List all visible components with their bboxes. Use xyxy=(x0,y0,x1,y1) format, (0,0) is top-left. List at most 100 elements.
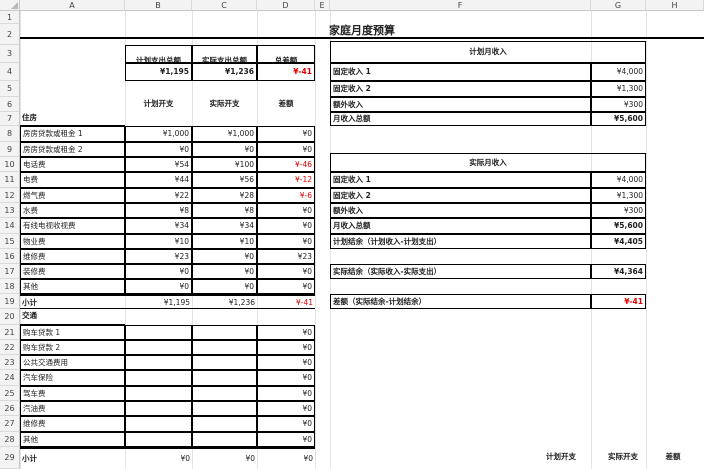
expense-item-name[interactable]: 汽油费 xyxy=(20,401,125,416)
income-item-label[interactable]: 固定收入 1 xyxy=(330,63,591,81)
expense-plan-value[interactable]: ¥23 xyxy=(125,249,192,264)
expense-item-name[interactable]: 水费 xyxy=(20,203,125,218)
income-item-label[interactable]: 额外收入 xyxy=(330,97,591,112)
expense-diff-value[interactable]: ¥23 xyxy=(257,249,315,264)
column-header-d[interactable]: D xyxy=(257,0,315,11)
column-header-h[interactable]: H xyxy=(646,0,704,11)
expense-plan-value[interactable]: ¥34 xyxy=(125,218,192,234)
income-item-value[interactable]: ¥1,300 xyxy=(591,188,646,203)
select-all-corner[interactable] xyxy=(0,0,20,11)
income-item-label[interactable]: 月收入总额 xyxy=(330,112,591,126)
expense-item-name[interactable]: 电话费 xyxy=(20,157,125,172)
income-item-value[interactable]: ¥300 xyxy=(591,97,646,112)
expense-item-name[interactable]: 装修费 xyxy=(20,264,125,279)
row-header-14[interactable]: 14 xyxy=(0,218,20,234)
column-header-b[interactable]: B xyxy=(125,0,192,11)
row-header-12[interactable]: 12 xyxy=(0,188,20,203)
expense-plan-value[interactable]: ¥44 xyxy=(125,172,192,188)
balance-label[interactable]: 实际结余（实际收入-实际支出） xyxy=(330,264,591,279)
row-header-1[interactable]: 1 xyxy=(0,11,20,24)
subtotal-plan[interactable]: ¥1,195 xyxy=(125,294,192,309)
row-header-17[interactable]: 17 xyxy=(0,264,20,279)
expense-plan-value[interactable] xyxy=(125,386,192,401)
income-item-label[interactable]: 额外收入 xyxy=(330,203,591,218)
row-header-23[interactable]: 23 xyxy=(0,355,20,370)
row-header-25[interactable]: 25 xyxy=(0,386,20,401)
summary-value[interactable]: ¥1,236 xyxy=(192,63,257,81)
expense-actual-value[interactable]: ¥0 xyxy=(192,142,257,157)
section-label-housing[interactable]: 住房 xyxy=(20,112,125,126)
row-header-22[interactable]: 22 xyxy=(0,340,20,355)
row-header-29[interactable]: 29 xyxy=(0,447,20,469)
row-header-21[interactable]: 21 xyxy=(0,325,20,340)
expense-actual-value[interactable]: ¥0 xyxy=(192,279,257,294)
column-header-e[interactable]: E xyxy=(315,0,330,11)
bottom-header[interactable]: 计划开支 xyxy=(531,447,591,469)
row-header-2[interactable]: 2 xyxy=(0,24,20,45)
row-header-8[interactable]: 8 xyxy=(0,126,20,142)
row-header-18[interactable]: 18 xyxy=(0,279,20,294)
expense-item-name[interactable]: 燃气费 xyxy=(20,188,125,203)
expense-diff-value[interactable]: ¥0 xyxy=(257,279,315,294)
row-header-5[interactable]: 5 xyxy=(0,81,20,97)
expense-column-header[interactable]: 差额 xyxy=(257,97,315,112)
row-header-20[interactable]: 20 xyxy=(0,309,20,325)
expense-diff-value[interactable]: ¥0 xyxy=(257,126,315,142)
expense-actual-value[interactable] xyxy=(192,370,257,386)
expense-actual-value[interactable] xyxy=(192,340,257,355)
expense-column-header[interactable]: 计划开支 xyxy=(125,97,192,112)
summary-value[interactable]: ¥-41 xyxy=(257,63,315,81)
subtotal-actual[interactable]: ¥1,236 xyxy=(192,294,257,309)
expense-diff-value[interactable]: ¥0 xyxy=(257,218,315,234)
expense-actual-value[interactable] xyxy=(192,386,257,401)
expense-actual-value[interactable]: ¥34 xyxy=(192,218,257,234)
expense-actual-value[interactable]: ¥56 xyxy=(192,172,257,188)
expense-plan-value[interactable]: ¥54 xyxy=(125,157,192,172)
balance-label[interactable]: 差额（实际结余-计划结余） xyxy=(330,294,591,309)
column-header-g[interactable]: G xyxy=(591,0,646,11)
expense-item-name[interactable]: 房房贷款或租金 2 xyxy=(20,142,125,157)
balance-value[interactable]: ¥-41 xyxy=(591,294,646,309)
expense-item-name[interactable]: 汽车保险 xyxy=(20,370,125,386)
expense-item-name[interactable]: 购车贷款 1 xyxy=(20,325,125,340)
row-header-11[interactable]: 11 xyxy=(0,172,20,188)
expense-diff-value[interactable]: ¥0 xyxy=(257,264,315,279)
income-item-value[interactable]: ¥4,000 xyxy=(591,172,646,188)
expense-actual-value[interactable]: ¥0 xyxy=(192,264,257,279)
income-item-label[interactable]: 固定收入 1 xyxy=(330,172,591,188)
subtotal-diff[interactable]: ¥-41 xyxy=(257,294,315,309)
row-header-24[interactable]: 24 xyxy=(0,370,20,386)
expense-plan-value[interactable] xyxy=(125,355,192,370)
expense-item-name[interactable]: 其他 xyxy=(20,432,125,447)
expense-plan-value[interactable]: ¥0 xyxy=(125,264,192,279)
row-header-26[interactable]: 26 xyxy=(0,401,20,416)
expense-diff-value[interactable]: ¥0 xyxy=(257,401,315,416)
row-header-16[interactable]: 16 xyxy=(0,249,20,264)
expense-item-name[interactable]: 电费 xyxy=(20,172,125,188)
expense-actual-value[interactable] xyxy=(192,401,257,416)
income-item-label[interactable]: 固定收入 2 xyxy=(330,188,591,203)
expense-diff-value[interactable]: ¥0 xyxy=(257,370,315,386)
bottom-header[interactable]: 实际开支 xyxy=(593,447,653,469)
expense-plan-value[interactable]: ¥8 xyxy=(125,203,192,218)
expense-actual-value[interactable] xyxy=(192,355,257,370)
expense-plan-value[interactable]: ¥0 xyxy=(125,142,192,157)
balance-value[interactable]: ¥4,405 xyxy=(591,234,646,249)
income-item-label[interactable]: 月收入总额 xyxy=(330,218,591,234)
expense-item-name[interactable]: 驾车费 xyxy=(20,386,125,401)
row-header-19[interactable]: 19 xyxy=(0,294,20,309)
section-label-transport[interactable]: 交通 xyxy=(20,309,125,325)
expense-diff-value[interactable]: ¥0 xyxy=(257,340,315,355)
expense-item-name[interactable]: 物业费 xyxy=(20,234,125,249)
expense-actual-value[interactable] xyxy=(192,432,257,447)
expense-diff-value[interactable]: ¥0 xyxy=(257,386,315,401)
expense-column-header[interactable]: 实际开支 xyxy=(192,97,257,112)
subtotal-plan[interactable]: ¥0 xyxy=(125,447,192,469)
column-header-c[interactable]: C xyxy=(192,0,257,11)
expense-item-name[interactable]: 房房贷款或租金 1 xyxy=(20,126,125,142)
column-header-f[interactable]: F xyxy=(330,0,591,11)
expense-actual-value[interactable]: ¥100 xyxy=(192,157,257,172)
summary-header[interactable]: 计划支出总额 xyxy=(125,45,192,63)
column-header-a[interactable]: A xyxy=(20,0,125,11)
expense-actual-value[interactable]: ¥28 xyxy=(192,188,257,203)
